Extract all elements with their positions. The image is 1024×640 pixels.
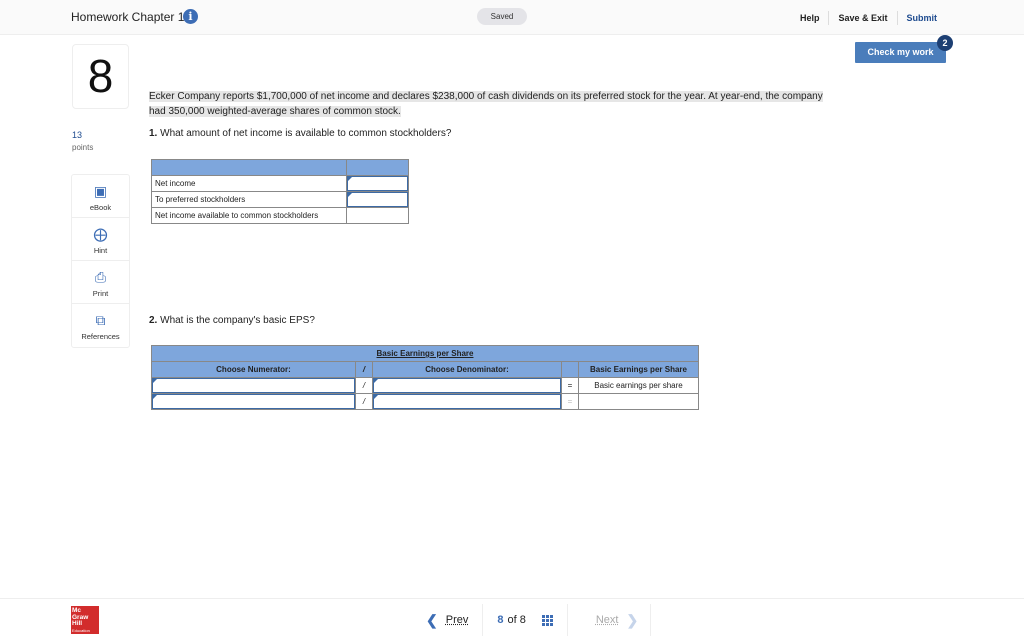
next-button[interactable]: Next ❯ [568,604,652,636]
equals-sign: = [561,393,579,410]
table-row: / = Basic earnings per share [151,377,699,394]
tool-ebook[interactable]: ▣ eBook [72,175,129,218]
col-slash: / [355,361,373,378]
book-icon: ▣ [93,183,108,199]
net-income-table: Net income To preferred stockholders Net… [151,159,409,224]
col-numerator: Choose Numerator: [151,361,356,378]
question-1: 1. What amount of net income is availabl… [149,128,451,139]
question-2-number: 2. [149,315,158,326]
top-bar: Homework Chapter 11 i Saved Help Save & … [0,0,1024,35]
current-page: 8 [497,614,504,626]
table-title: Basic Earnings per Share [376,349,474,358]
basic-eps-table: Basic Earnings per Share Choose Numerato… [151,345,699,410]
prev-label: Prev [445,614,469,626]
col-denominator: Choose Denominator: [372,361,562,378]
result-label: Basic earnings per share [578,377,699,394]
table-row: / = [151,393,699,410]
question-number: 8 [72,44,129,109]
tool-label: eBook [89,203,112,212]
tool-print[interactable]: ⎙ Print [72,261,129,304]
question-2: 2. What is the company's basic EPS? [149,315,315,326]
question-1-number: 1. [149,128,158,139]
points-label: points [72,143,94,152]
eps-result-value [578,393,699,410]
assignment-title: Homework Chapter 11 [71,10,191,24]
printer-icon: ⎙ [94,269,107,285]
problem-text: Ecker Company reports $1,700,000 of net … [149,91,823,117]
row-label: To preferred stockholders [151,191,347,208]
table-row: Net income [151,175,409,192]
next-label: Next [595,614,619,626]
preferred-stockholders-input[interactable] [347,192,408,207]
question-2-text: What is the company's basic EPS? [160,315,315,326]
points-value: 13 [72,130,83,140]
table-row: Net income available to common stockhold… [151,207,409,224]
equals-sign: = [561,377,579,394]
footer-divider [0,598,1024,599]
divide-sign: / [355,393,373,410]
copy-icon: ⧉ [95,312,106,328]
chevron-left-icon: ❮ [426,611,438,628]
tool-label: References [81,332,120,341]
prev-button[interactable]: ❮ Prev [420,604,484,636]
row-label: Net income available to common stockhold… [151,207,347,224]
save-exit-link[interactable]: Save & Exit [829,13,896,23]
numerator-input[interactable] [152,394,355,409]
denominator-input[interactable] [373,394,561,409]
chevron-right-icon: ❯ [626,611,639,628]
tool-label: Print [92,289,109,298]
col-result: Basic Earnings per Share [578,361,699,378]
row-label: Net income [151,175,347,192]
tools-panel: ▣ eBook ⨁ Hint ⎙ Print ⧉ References [71,174,130,348]
tool-references[interactable]: ⧉ References [72,304,129,347]
top-links: Help Save & Exit Submit [791,11,946,25]
grid-icon[interactable] [541,614,553,626]
problem-statement: Ecker Company reports $1,700,000 of net … [149,89,824,119]
submit-link[interactable]: Submit [898,13,947,23]
attempts-badge: 2 [937,35,953,51]
column-headers: Choose Numerator: / Choose Denominator: … [151,361,699,378]
tool-hint[interactable]: ⨁ Hint [72,218,129,261]
denominator-select[interactable] [373,378,561,393]
divide-sign: / [355,377,373,394]
lifebuoy-icon: ⨁ [93,226,108,242]
table-row: To preferred stockholders [151,191,409,208]
question-1-text: What amount of net income is available t… [160,128,452,139]
numerator-select[interactable] [152,378,355,393]
tool-label: Hint [93,246,108,255]
page-indicator: 8 of 8 [483,604,568,636]
help-link[interactable]: Help [791,13,829,23]
net-income-common-value [346,207,409,224]
page-total: of 8 [507,614,526,626]
saved-status-badge: Saved [477,8,527,25]
info-icon[interactable]: i [183,9,198,24]
check-my-work-button[interactable]: Check my work [855,42,946,63]
net-income-input[interactable] [347,176,408,191]
mcgraw-hill-logo: Mc Graw Hill Education [71,606,99,634]
pagination: ❮ Prev 8 of 8 Next ❯ [420,604,652,636]
table-header-row [151,159,409,176]
